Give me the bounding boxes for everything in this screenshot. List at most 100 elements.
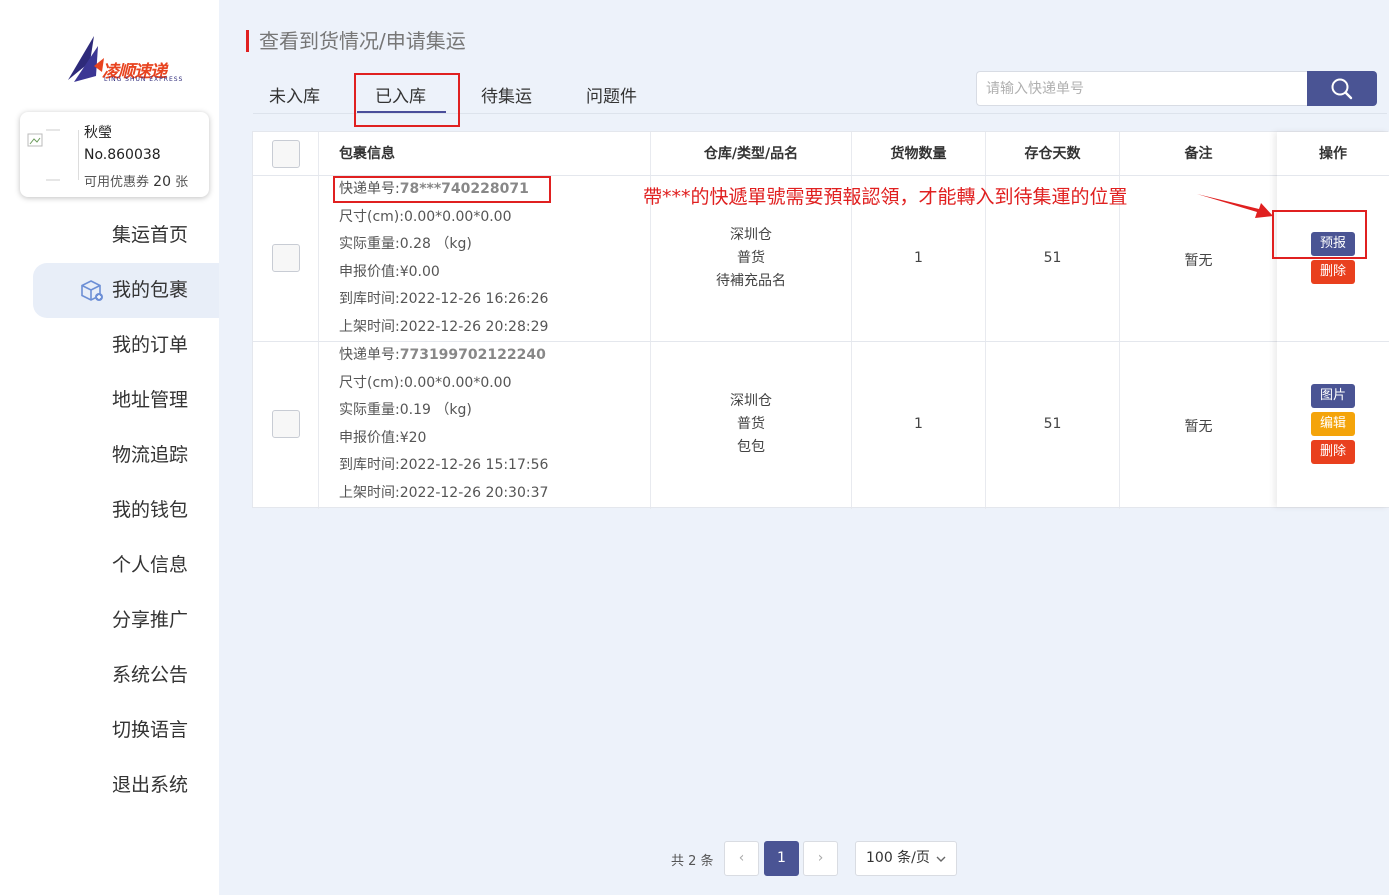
sidebar-item-label: 物流追踪: [112, 444, 189, 466]
sidebar-item-share[interactable]: 分享推广: [0, 593, 219, 648]
coupon-label: 可用优惠券: [84, 175, 150, 190]
search-button[interactable]: [1307, 71, 1377, 106]
sidebar-item-label: 我的订单: [112, 334, 189, 356]
search-input[interactable]: [976, 71, 1307, 106]
chevron-down-icon: [936, 856, 946, 862]
sidebar-item-my-packages[interactable]: 我的包裹: [33, 263, 219, 318]
sidebar: 凌顺速递 LING SHUN EXPRESS 秋瑩 No.860038 可用优惠…: [0, 0, 219, 895]
header-quantity: 货物数量: [890, 146, 947, 162]
size-label: 尺寸(cm):: [339, 374, 404, 391]
user-card: 秋瑩 No.860038 可用优惠券 20 张: [20, 112, 209, 197]
warehouse-name: 深圳仓: [730, 227, 772, 243]
sidebar-item-notices[interactable]: 系统公告: [0, 648, 219, 703]
page-title: 查看到货情况/申请集运: [246, 30, 466, 52]
coupon-unit: 张: [175, 175, 189, 190]
sidebar-item-label: 我的包裹: [112, 279, 189, 301]
sidebar-item-tracking[interactable]: 物流追踪: [0, 428, 219, 483]
value-label: 申报价值:: [339, 263, 400, 280]
delete-button[interactable]: 删除: [1311, 440, 1355, 464]
storage-days: 51: [1043, 416, 1062, 432]
warehouse-info: 深圳仓 普货 待補充品名: [651, 224, 851, 293]
page-size-value: 100 条/页: [866, 850, 930, 866]
prev-page-button[interactable]: ‹: [724, 841, 759, 876]
sidebar-item-label: 退出系统: [112, 774, 189, 796]
pagination-total: 共 2 条: [671, 854, 714, 869]
storage-days: 51: [1043, 250, 1062, 266]
arrival-time: 2022-12-26 16:26:26: [399, 291, 549, 307]
tab-pending-consolidation[interactable]: 待集运: [481, 82, 532, 107]
quantity: 1: [914, 416, 923, 432]
delete-button[interactable]: 删除: [1311, 260, 1355, 284]
highlight-box-tracking: [333, 176, 551, 203]
sidebar-item-home[interactable]: 集运首页: [0, 208, 219, 263]
annotation-arrow-icon: [1197, 194, 1273, 218]
sidebar-item-label: 集运首页: [112, 224, 189, 246]
remark: 暂无: [1184, 419, 1213, 435]
declared-value: ¥0.00: [399, 263, 440, 280]
product-name: 包包: [737, 439, 765, 455]
annotation-note: 帶***的快遞單號需要預報認領，才能轉入到待集運的位置: [643, 186, 1128, 208]
page-size-select[interactable]: 100 条/页: [855, 841, 957, 876]
sidebar-item-label: 我的钱包: [112, 499, 189, 521]
brand-logo[interactable]: 凌顺速递 LING SHUN EXPRESS: [64, 32, 188, 88]
edit-button[interactable]: 编辑: [1311, 412, 1355, 436]
row-checkbox[interactable]: [272, 410, 300, 438]
avatar-broken-image-icon: [27, 129, 60, 181]
next-page-button[interactable]: ›: [803, 841, 838, 876]
sidebar-item-address[interactable]: 地址管理: [0, 373, 219, 428]
shelf-time: 2022-12-26 20:28:29: [399, 318, 549, 335]
sidebar-item-language[interactable]: 切换语言: [0, 703, 219, 758]
operations-column: 操作 预报 删除 图片 编辑 删除: [1277, 132, 1389, 507]
tracking-number[interactable]: 773199702122240: [400, 347, 546, 363]
shelf-label: 上架时间:: [339, 318, 400, 335]
warehouse-name: 深圳仓: [730, 393, 772, 409]
table-row: 快递单号:773199702122240 尺寸(cm):0.00*0.00*0.…: [253, 342, 1389, 508]
user-coupon[interactable]: 可用优惠券 20 张: [84, 171, 188, 190]
logo-subtitle: LING SHUN EXPRESS: [104, 76, 184, 83]
size-label: 尺寸(cm):: [339, 208, 404, 225]
sidebar-item-label: 个人信息: [112, 554, 189, 576]
weight-value: 0.19 （kg): [399, 402, 472, 418]
sidebar-item-label: 切换语言: [112, 719, 189, 741]
sidebar-item-label: 分享推广: [112, 609, 189, 631]
page-number-button[interactable]: 1: [764, 841, 799, 876]
row-divider: [1277, 341, 1389, 342]
declared-value: ¥20: [399, 429, 427, 446]
product-name: 待補充品名: [716, 273, 786, 289]
sidebar-item-wallet[interactable]: 我的钱包: [0, 483, 219, 538]
remark: 暂无: [1184, 253, 1213, 269]
header-warehouse: 仓库/类型/品名: [703, 146, 799, 162]
size-value: 0.00*0.00*0.00: [403, 208, 512, 225]
tab-problem-items[interactable]: 问题件: [586, 82, 637, 107]
highlight-box-forecast: [1272, 210, 1367, 259]
search-bar: [976, 71, 1377, 106]
cargo-type: 普货: [737, 416, 765, 432]
weight-label: 实际重量:: [339, 402, 400, 418]
photos-button[interactable]: 图片: [1311, 384, 1355, 408]
arrival-label: 到库时间:: [339, 457, 400, 473]
header-operations: 操作: [1277, 132, 1389, 176]
user-number: No.860038: [84, 147, 161, 163]
size-value: 0.00*0.00*0.00: [403, 374, 512, 391]
tracking-label: 快递单号:: [339, 347, 400, 363]
table-header: 包裹信息 仓库/类型/品名 货物数量 存仓天数 备注: [253, 132, 1389, 176]
package-icon: [81, 280, 103, 301]
value-label: 申报价值:: [339, 429, 400, 446]
row-checkbox[interactable]: [272, 244, 300, 272]
weight-label: 实际重量:: [339, 236, 400, 252]
package-info: 快递单号:773199702122240 尺寸(cm):0.00*0.00*0.…: [339, 342, 548, 507]
sidebar-item-profile[interactable]: 个人信息: [0, 538, 219, 593]
sidebar-item-my-orders[interactable]: 我的订单: [0, 318, 219, 373]
shelf-label: 上架时间:: [339, 484, 400, 501]
arrival-label: 到库时间:: [339, 291, 400, 307]
warehouse-info: 深圳仓 普货 包包: [651, 390, 851, 459]
shelf-time: 2022-12-26 20:30:37: [399, 484, 549, 501]
user-name: 秋瑩: [84, 125, 112, 141]
avatar-divider: [78, 130, 79, 180]
select-all-checkbox[interactable]: [272, 140, 300, 168]
sidebar-item-logout[interactable]: 退出系统: [0, 758, 219, 813]
quantity: 1: [914, 250, 923, 266]
tab-not-stocked[interactable]: 未入库: [269, 82, 320, 107]
sidebar-item-label: 地址管理: [112, 389, 189, 411]
search-icon: [1331, 78, 1353, 100]
